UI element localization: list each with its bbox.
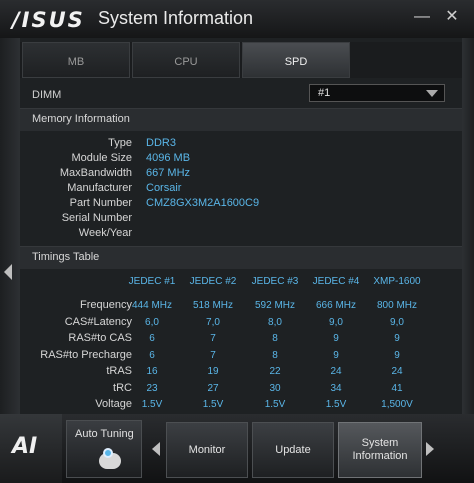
timings-cell: 6 <box>149 333 155 344</box>
tab-spd[interactable]: SPD <box>242 42 350 78</box>
memory-info-label: MaxBandwidth <box>59 167 132 179</box>
timings-column-header: JEDEC #4 <box>312 276 360 287</box>
timings-column-header: JEDEC #3 <box>251 276 299 287</box>
tab-cpu[interactable]: CPU <box>132 42 240 78</box>
timings-column-header: JEDEC #2 <box>189 276 237 287</box>
asus-logo: /ISUS <box>12 8 85 32</box>
minimize-icon[interactable]: — <box>411 6 433 28</box>
timings-cell: 1.5V <box>202 399 224 410</box>
touch-point-icon <box>103 448 113 458</box>
timings-cell: 24 <box>391 366 403 377</box>
bottom-bar: AI Auto Tuning Monitor Update System Inf… <box>0 414 474 483</box>
timings-cell: 6,0 <box>145 316 159 328</box>
memory-info-value: CMZ8GX3M2A1600C9 <box>146 197 260 209</box>
scroll-right-icon[interactable] <box>426 442 434 456</box>
timings-cell: 1.5V <box>264 399 286 410</box>
timings-cell: 1.5V <box>141 399 163 410</box>
tab-bar: MB CPU SPD <box>20 42 462 78</box>
timings-row-label: CAS#Latency <box>64 315 132 328</box>
memory-info-title: Memory Information <box>32 113 130 125</box>
ai-suite-logo[interactable]: AI <box>0 414 62 483</box>
ai-suite-logo-text: AI <box>12 434 38 459</box>
chevron-down-icon <box>426 90 438 97</box>
timings-cell: 19 <box>207 366 219 377</box>
timings-column-header: JEDEC #1 <box>128 276 176 287</box>
monitor-button[interactable]: Monitor <box>166 422 248 478</box>
right-rail <box>462 38 474 414</box>
timings-cell: 41 <box>391 382 403 394</box>
dimm-select[interactable]: #1 <box>309 84 445 102</box>
timings-cell: 7,0 <box>206 316 220 328</box>
timings-cell: 27 <box>207 382 219 394</box>
memory-info-header: Memory Information <box>20 108 462 131</box>
timings-cell: 9 <box>333 349 339 361</box>
timings-row-label: tRAS <box>106 365 132 377</box>
timings-cell: 592 MHz <box>254 300 295 311</box>
timings-row-label: Voltage <box>95 398 132 410</box>
timings-cell: 518 MHz <box>192 300 233 311</box>
scroll-left-icon[interactable] <box>152 442 160 456</box>
timings-row-label: Frequency <box>80 299 132 311</box>
system-information-button[interactable]: System Information <box>338 422 422 478</box>
timings-header: Timings Table <box>20 246 462 269</box>
timings-cell: 9 <box>394 349 400 361</box>
timings-cell: 444 MHz <box>131 300 172 311</box>
timings-row-label: tRC <box>113 381 132 394</box>
timings-cell: 8 <box>272 333 278 344</box>
timings-cell: 9,0 <box>329 316 343 328</box>
timings-cell: 8,0 <box>268 316 282 328</box>
timings-cell: 22 <box>269 366 281 377</box>
timings-row-label: RAS#to CAS <box>68 332 132 344</box>
memory-info-value: 667 MHz <box>146 167 191 179</box>
system-information-button-label: System Information <box>352 437 408 462</box>
update-button[interactable]: Update <box>252 422 334 478</box>
memory-info-label: Type <box>108 137 132 149</box>
timings-cell: 1.5V <box>325 399 347 410</box>
tab-mb[interactable]: MB <box>22 42 130 78</box>
timings-cell: 1,500V <box>381 399 413 410</box>
memory-info-value: Corsair <box>146 182 182 194</box>
memory-info-label: Module Size <box>71 152 132 164</box>
timings-cell: 6 <box>149 349 155 361</box>
dimm-selected-value: #1 <box>318 87 331 99</box>
timings-column-header: XMP-1600 <box>373 276 421 287</box>
timings-row-label: RAS#to Precharge <box>40 348 132 361</box>
left-rail <box>0 38 20 414</box>
auto-tuning-label: Auto Tuning <box>75 428 134 440</box>
content-panel: MB CPU SPD DIMM #1 Memory Information Ty… <box>20 38 462 414</box>
close-icon[interactable]: ✕ <box>441 6 463 28</box>
timings-cell: 7 <box>210 333 216 344</box>
memory-info-value: 4096 MB <box>146 152 191 164</box>
memory-info-label: Week/Year <box>78 227 132 239</box>
timings-cell: 34 <box>330 382 342 394</box>
memory-info-label: Manufacturer <box>67 182 132 194</box>
timings-cell: 30 <box>269 382 281 394</box>
timings-cell: 800 MHz <box>376 300 417 311</box>
timings-cell: 666 MHz <box>315 300 356 311</box>
timings-cell: 24 <box>330 366 342 377</box>
memory-info-value: DDR3 <box>146 137 176 149</box>
collapse-arrow-icon[interactable] <box>4 264 12 280</box>
memory-info-label: Part Number <box>69 197 132 209</box>
timings-cell: 9,0 <box>390 316 404 328</box>
timings-cell: 16 <box>146 366 158 377</box>
timings-cell: 8 <box>272 349 278 361</box>
title-bar: /ISUS System Information — ✕ <box>0 0 474 38</box>
auto-tuning-button[interactable]: Auto Tuning <box>66 420 142 478</box>
monitor-button-label: Monitor <box>188 444 226 456</box>
dimm-label: DIMM <box>32 89 62 101</box>
window-title: System Information <box>98 8 254 28</box>
timings-cell: 9 <box>333 333 339 344</box>
memory-info-label: Serial Number <box>61 212 132 224</box>
update-button-label: Update <box>275 444 311 456</box>
timings-cell: 7 <box>210 349 216 361</box>
timings-cell: 9 <box>394 333 400 344</box>
timings-cell: 23 <box>146 382 158 394</box>
timings-title: Timings Table <box>32 251 100 263</box>
